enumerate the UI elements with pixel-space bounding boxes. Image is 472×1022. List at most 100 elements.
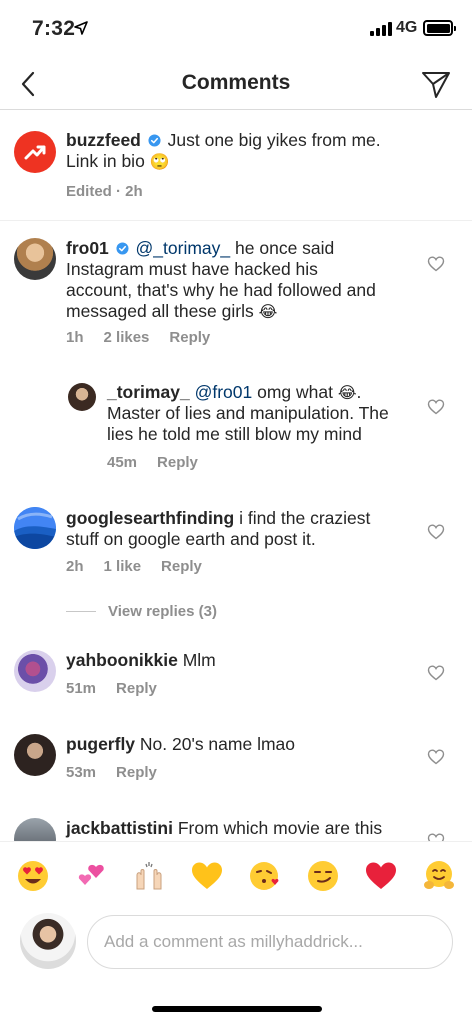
comment-line: From which movie are this — [177, 818, 383, 838]
comment-line: i find the craziest — [239, 508, 371, 528]
avatar[interactable] — [14, 818, 56, 841]
like-heart-icon[interactable] — [427, 255, 445, 273]
avatar[interactable] — [14, 650, 56, 692]
comment-meta: 45m Reply — [107, 454, 198, 471]
post-caption: buzzfeed Just one big yikes from me. Lin… — [0, 111, 472, 221]
like-heart-icon[interactable] — [427, 523, 445, 541]
like-heart-icon[interactable] — [427, 748, 445, 766]
hugging-emoji-button[interactable] — [418, 855, 460, 897]
avatar[interactable] — [14, 131, 56, 173]
trending-arrow-icon — [24, 145, 46, 160]
kissing-heart-emoji-icon — [250, 861, 279, 890]
two-hearts-emoji-icon — [78, 864, 104, 885]
caption-line-2: Link in bio — [66, 151, 145, 171]
comment-composer — [0, 909, 472, 979]
smirk-emoji-icon — [308, 860, 338, 891]
comment-item: pugerfly No. 20's name lmao 53m Reply — [0, 724, 472, 804]
reply-button[interactable]: Reply — [161, 558, 202, 575]
heart-eyes-emoji-button[interactable] — [12, 855, 54, 897]
verified-badge-icon — [148, 134, 161, 147]
comment-meta: 2h 1 like Reply — [66, 558, 202, 575]
comment-meta: 53m Reply — [66, 764, 157, 781]
comment-line: account, that's why he had followed and — [66, 280, 376, 300]
status-time: 7:32 — [32, 17, 76, 40]
heart-eyes-emoji-icon — [18, 860, 48, 891]
comment-meta: 51m Reply — [66, 680, 157, 697]
emoji-quick-bar — [0, 841, 472, 909]
yellow-heart-emoji-icon — [192, 862, 222, 889]
comment-time: 2h — [66, 558, 84, 575]
comment-input[interactable] — [87, 915, 453, 969]
like-heart-icon[interactable] — [427, 832, 445, 841]
yellow-heart-emoji-button[interactable] — [186, 855, 228, 897]
username[interactable]: buzzfeed — [66, 130, 141, 150]
avatar[interactable] — [14, 238, 56, 280]
mention-link[interactable]: @fro01 — [195, 382, 253, 402]
avatar[interactable] — [14, 734, 56, 776]
likes-count[interactable]: 1 like — [104, 558, 142, 575]
comment-time: 45m — [107, 454, 138, 471]
comment-line: messaged all these girls — [66, 301, 254, 321]
nav-bar: Comments — [0, 58, 472, 110]
share-button[interactable] — [418, 67, 454, 103]
comment-text: _torimay_ @fro01 omg what 😂. Master of l… — [107, 382, 389, 444]
red-heart-emoji-icon — [366, 862, 396, 889]
laughing-emoji: 😂 — [258, 302, 278, 321]
battery-icon — [423, 20, 456, 36]
paper-plane-icon — [422, 72, 450, 98]
location-arrow-icon — [74, 21, 88, 35]
comment-time: 51m — [66, 680, 97, 697]
avatar[interactable] — [68, 383, 96, 411]
comment-line: stuff on google earth and post it. — [66, 529, 316, 549]
raising-hands-emoji-icon — [136, 861, 162, 889]
raising-hands-emoji-button[interactable] — [128, 855, 170, 897]
likes-count[interactable]: 2 likes — [104, 329, 150, 346]
home-indicator[interactable] — [152, 1006, 322, 1012]
network-type: 4G — [396, 19, 418, 36]
laughing-emoji: 😂 — [337, 383, 357, 402]
mention-link[interactable]: @_torimay_ — [136, 238, 231, 258]
comment-item: jackbattistini From which movie are this — [0, 808, 472, 841]
earth-logo-icon — [14, 507, 56, 549]
red-heart-emoji-button[interactable] — [360, 855, 402, 897]
avatar[interactable] — [14, 507, 56, 549]
reply-button[interactable]: Reply — [116, 764, 157, 781]
signal-bars-icon — [370, 22, 392, 36]
view-replies-button[interactable]: View replies (3) — [66, 603, 217, 620]
smirk-emoji-button[interactable] — [302, 855, 344, 897]
kissing-heart-emoji-button[interactable] — [244, 855, 286, 897]
comment-meta: 1h 2 likes Reply — [66, 329, 210, 346]
username[interactable]: jackbattistini — [66, 818, 173, 838]
reply-button[interactable]: Reply — [116, 680, 157, 697]
comment-time: 53m — [66, 764, 97, 781]
username[interactable]: fro01 — [66, 238, 109, 258]
username[interactable]: yahboonikkie — [66, 650, 178, 670]
username[interactable]: _torimay_ — [107, 382, 190, 402]
comment-line: No. 20's name lmao — [139, 734, 296, 754]
comment-item: yahboonikkie Mlm 51m Reply — [0, 640, 472, 720]
status-bar: 7:32 4G — [0, 0, 472, 58]
comment-text: yahboonikkie Mlm — [66, 650, 426, 671]
username[interactable]: pugerfly — [66, 734, 135, 754]
comment-line: Mlm — [182, 650, 216, 670]
hugging-emoji-icon — [424, 860, 454, 889]
username[interactable]: googlesearthfinding — [66, 508, 234, 528]
reply-button[interactable]: Reply — [157, 454, 198, 471]
reply-item: _torimay_ @fro01 omg what 😂. Master of l… — [0, 370, 472, 480]
caption-text: buzzfeed Just one big yikes from me. Lin… — [66, 130, 456, 172]
like-heart-icon[interactable] — [427, 664, 445, 682]
page-title: Comments — [181, 71, 291, 94]
eyeroll-emoji: 🙄 — [149, 152, 170, 171]
comment-item: googlesearthfinding i find the craziest … — [0, 496, 472, 586]
comment-line: omg what — [257, 382, 333, 402]
divider — [66, 611, 96, 612]
current-user-avatar[interactable] — [20, 913, 76, 969]
comment-text: googlesearthfinding i find the craziest … — [66, 508, 426, 550]
back-button[interactable] — [12, 66, 44, 102]
reply-button[interactable]: Reply — [169, 329, 210, 346]
comment-text: jackbattistini From which movie are this — [66, 818, 426, 839]
two-hearts-emoji-button[interactable] — [70, 855, 112, 897]
like-heart-icon[interactable] — [427, 398, 445, 416]
comment-item: fro01 @_torimay_ he once said Instagram … — [0, 221, 472, 361]
comment-line: he once said — [235, 238, 335, 258]
